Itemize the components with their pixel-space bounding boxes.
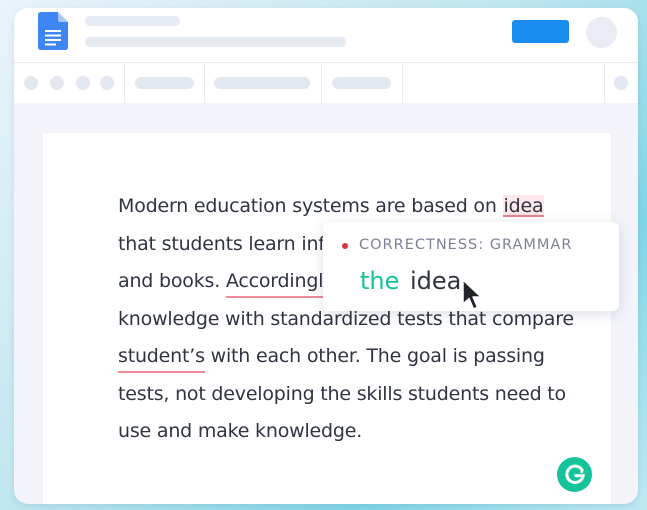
text-run: use and make knowledge. — [118, 420, 363, 442]
toolbar-spellcheck-button[interactable] — [100, 76, 114, 90]
text-run: with each other. The goal is passing — [204, 345, 545, 367]
toolbar-undo-button[interactable] — [24, 76, 38, 90]
text-run: Modern education systems are based on — [118, 195, 503, 217]
suggestion-inserted-word[interactable]: the — [360, 267, 399, 295]
toolbar-print-button[interactable] — [76, 76, 90, 90]
text-line: tests, not developing the skills student… — [118, 376, 588, 414]
title-bar — [14, 8, 638, 62]
toolbar-zoom-dropdown[interactable] — [135, 77, 194, 89]
text-run: that students learn inf — [118, 232, 325, 255]
document-page[interactable]: Modern education systems are based on id… — [43, 133, 611, 504]
suggestion-category: CORRECTNESS: GRAMMAR — [359, 237, 573, 253]
mouse-pointer-icon — [462, 279, 482, 310]
suggestion-target-word[interactable]: idea — [410, 267, 461, 295]
flagged-word-idea[interactable]: idea — [502, 195, 545, 217]
toolbar — [14, 62, 638, 103]
category-dot-icon — [342, 243, 348, 249]
toolbar-divider — [604, 63, 605, 103]
avatar[interactable] — [586, 17, 617, 48]
flagged-word-accordingly[interactable]: Accordingly — [225, 270, 335, 298]
document-title-placeholder[interactable] — [85, 16, 180, 26]
text-run: and books. — [118, 270, 226, 292]
text-line: student’s with each other. The goal is p… — [118, 338, 588, 376]
google-docs-icon[interactable] — [38, 12, 68, 50]
toolbar-more-button[interactable] — [614, 76, 628, 90]
toolbar-redo-button[interactable] — [50, 76, 64, 90]
toolbar-divider — [204, 63, 205, 103]
flagged-word-students[interactable]: student’s — [118, 345, 205, 373]
toolbar-style-dropdown[interactable] — [214, 77, 310, 89]
toolbar-divider — [124, 63, 125, 103]
toolbar-divider — [321, 63, 322, 103]
text-line: Modern education systems are based on id… — [118, 188, 588, 226]
share-button[interactable] — [512, 20, 569, 43]
toolbar-font-dropdown[interactable] — [332, 77, 391, 89]
toolbar-divider — [402, 63, 403, 103]
text-line: use and make knowledge. — [118, 413, 588, 451]
menu-bar-placeholder[interactable] — [85, 37, 346, 47]
text-run: tests, not developing the skills student… — [118, 382, 566, 405]
grammarly-g-icon[interactable] — [557, 457, 592, 492]
